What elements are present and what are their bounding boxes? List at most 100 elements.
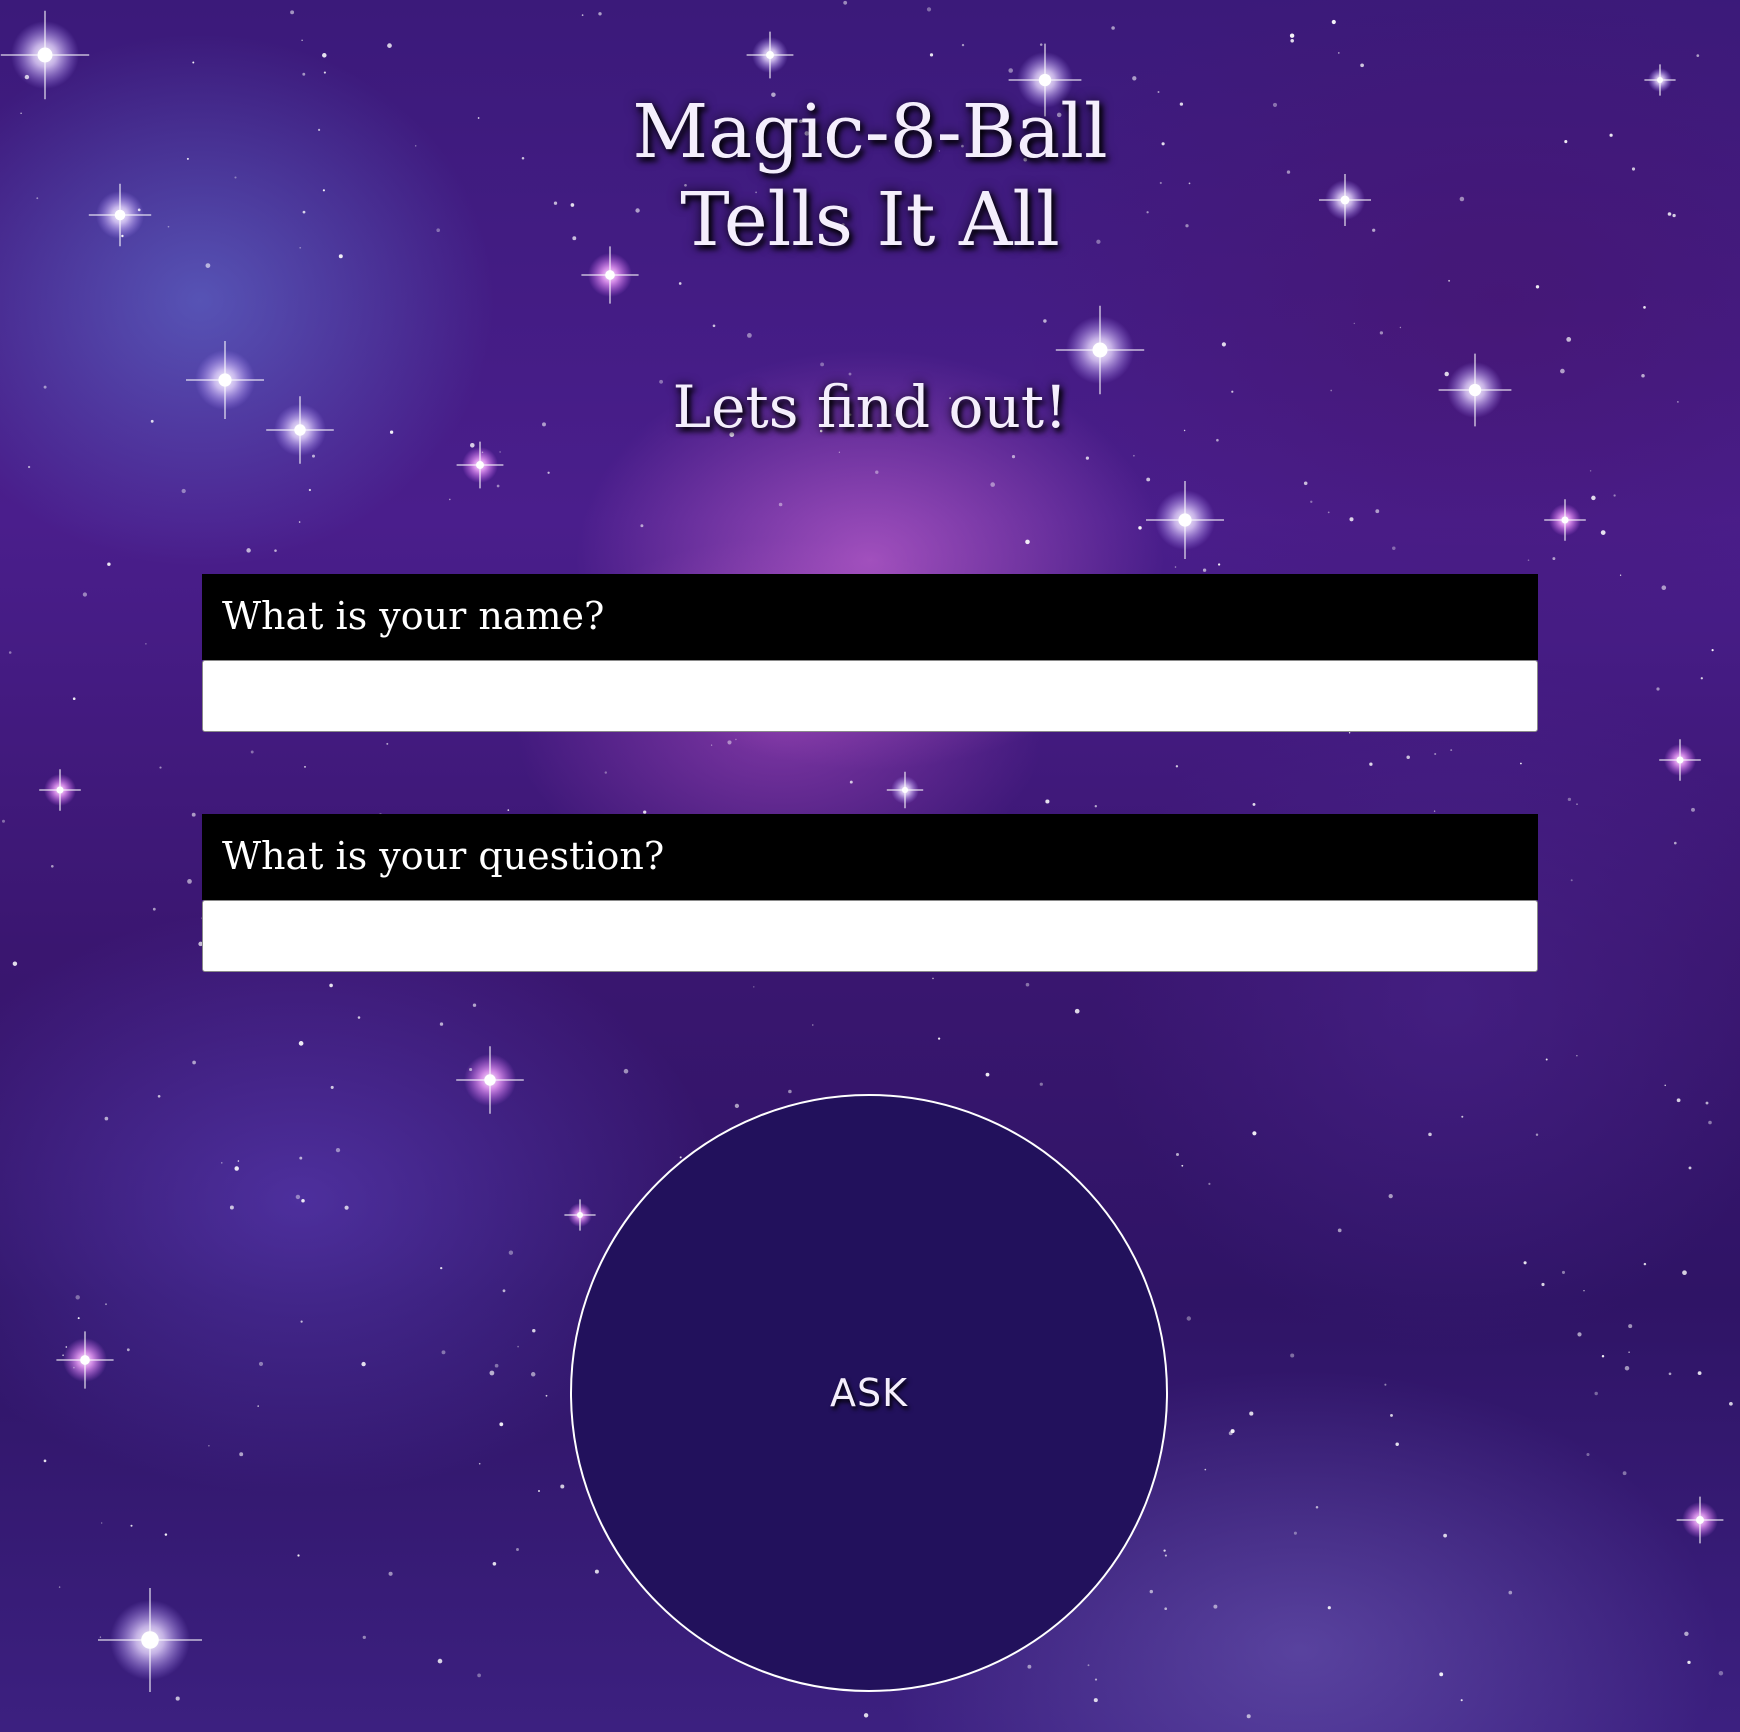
small-star — [492, 1562, 497, 1566]
small-star — [82, 592, 88, 597]
small-star — [604, 771, 607, 774]
small-star — [62, 1354, 64, 1357]
star-flare — [746, 31, 794, 79]
title-line-2: Tells It All — [680, 177, 1060, 263]
small-star — [937, 1037, 941, 1040]
question-input[interactable] — [202, 900, 1538, 972]
question-label: What is your question? — [202, 814, 1538, 900]
small-star — [152, 907, 156, 911]
small-star — [1688, 1166, 1692, 1170]
small-star — [678, 282, 682, 285]
small-star — [1111, 26, 1115, 30]
small-star — [1395, 1442, 1399, 1446]
star-flare — [886, 771, 924, 809]
small-star — [388, 1571, 393, 1576]
small-star — [1221, 342, 1226, 347]
small-star — [1668, 1372, 1672, 1376]
small-star — [300, 1320, 303, 1323]
bright-star-core — [141, 1631, 159, 1649]
small-star — [145, 643, 147, 645]
small-star — [1246, 1714, 1251, 1719]
small-star — [192, 1060, 196, 1065]
small-star — [1718, 1670, 1724, 1676]
small-star — [507, 809, 510, 811]
small-star — [1439, 1672, 1444, 1677]
small-star — [1315, 1506, 1319, 1509]
bright-star — [891, 776, 919, 804]
small-star — [58, 1586, 61, 1588]
small-star — [304, 766, 306, 768]
small-star — [298, 521, 301, 523]
small-star — [1249, 1411, 1254, 1416]
small-star — [299, 1156, 303, 1160]
small-star — [239, 1452, 244, 1457]
small-star — [1708, 1120, 1712, 1125]
small-star — [107, 562, 111, 566]
small-star — [532, 1328, 536, 1333]
bright-star — [11, 21, 79, 89]
bright-star — [110, 1600, 190, 1680]
small-star — [1711, 649, 1714, 652]
small-star — [1619, 574, 1622, 576]
small-star — [598, 12, 602, 16]
small-star — [301, 1199, 305, 1203]
small-star — [508, 1250, 514, 1255]
small-star — [72, 697, 76, 701]
small-star — [1310, 500, 1313, 503]
small-star — [838, 451, 841, 453]
small-star — [1369, 762, 1373, 766]
small-star — [1674, 841, 1677, 845]
small-star — [8, 651, 12, 654]
small-star — [961, 43, 965, 47]
name-input[interactable] — [202, 660, 1538, 732]
small-star — [1039, 43, 1043, 46]
small-star — [875, 470, 879, 474]
small-star — [1074, 1008, 1080, 1014]
small-star — [1327, 511, 1330, 514]
bright-star — [63, 1338, 107, 1382]
small-star — [747, 333, 752, 338]
small-star — [1576, 803, 1578, 805]
small-star — [710, 744, 713, 746]
small-star — [1213, 1604, 1218, 1609]
small-star — [1583, 1290, 1585, 1292]
small-star — [221, 1162, 223, 1164]
small-star — [1025, 982, 1030, 987]
small-star — [1591, 495, 1596, 501]
small-star — [274, 549, 277, 552]
small-star — [181, 488, 186, 494]
small-star — [1729, 1401, 1733, 1406]
small-star — [257, 1405, 259, 1407]
small-star — [1252, 1131, 1257, 1136]
small-star — [768, 51, 774, 57]
name-label: What is your name? — [202, 574, 1538, 660]
small-star — [1230, 1429, 1235, 1434]
small-star — [1327, 1606, 1331, 1610]
small-star — [1087, 1664, 1090, 1667]
small-star — [1011, 455, 1016, 459]
small-star — [246, 548, 251, 553]
small-star — [237, 1160, 240, 1162]
small-star — [1175, 1152, 1180, 1157]
small-star — [191, 812, 196, 817]
small-star — [1217, 563, 1221, 566]
small-star — [1691, 807, 1695, 812]
bright-star-core — [1676, 756, 1684, 764]
subtitle: Lets find out! — [672, 373, 1068, 441]
small-star — [290, 10, 295, 15]
small-star — [1434, 752, 1437, 756]
small-star — [1450, 749, 1453, 752]
ask-button[interactable]: ASK — [570, 1094, 1168, 1692]
small-star — [1461, 1115, 1464, 1118]
small-star — [1643, 306, 1646, 309]
small-star — [387, 43, 392, 48]
small-star — [126, 1348, 130, 1352]
star-flare — [456, 441, 504, 489]
small-star — [1523, 1261, 1527, 1265]
star-flare — [98, 1588, 202, 1692]
small-star — [1353, 322, 1355, 325]
small-star — [1392, 546, 1396, 550]
star-flare — [456, 1046, 524, 1114]
small-star — [1527, 559, 1530, 561]
star-flare — [0, 10, 90, 100]
